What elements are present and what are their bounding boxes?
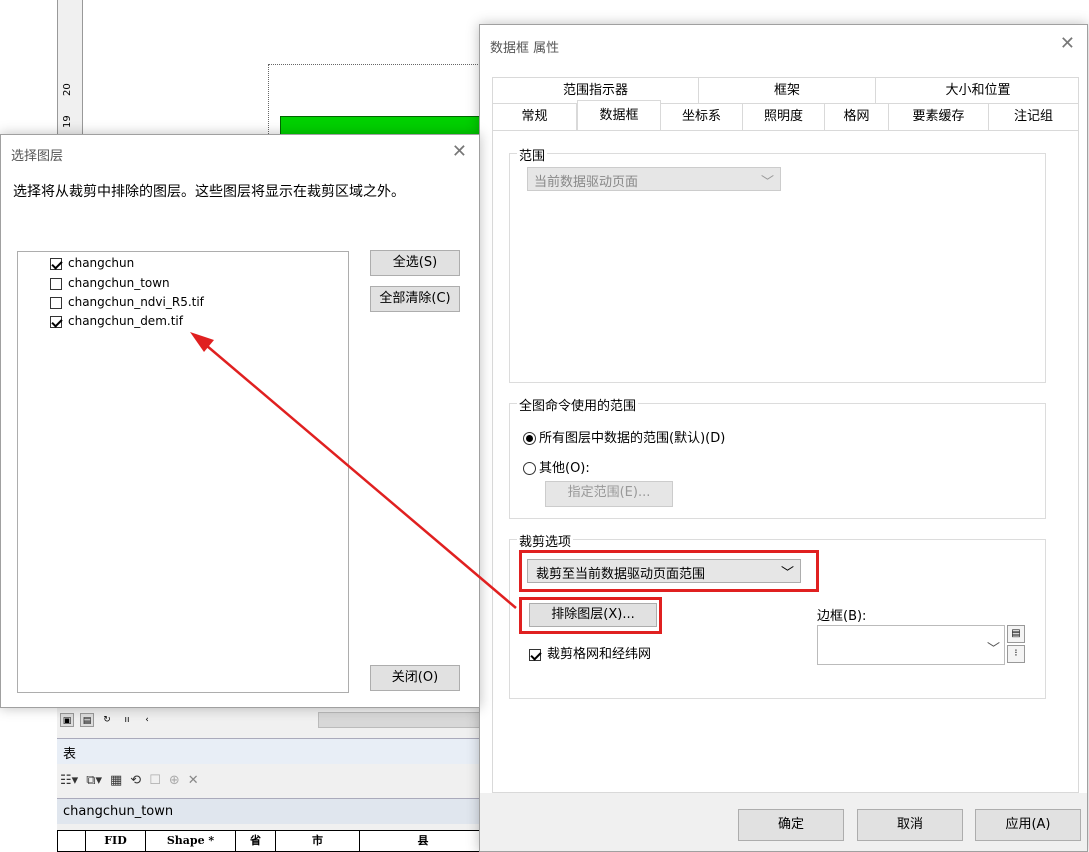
annotation-arrow bbox=[190, 332, 517, 609]
arrow-line bbox=[199, 339, 517, 609]
